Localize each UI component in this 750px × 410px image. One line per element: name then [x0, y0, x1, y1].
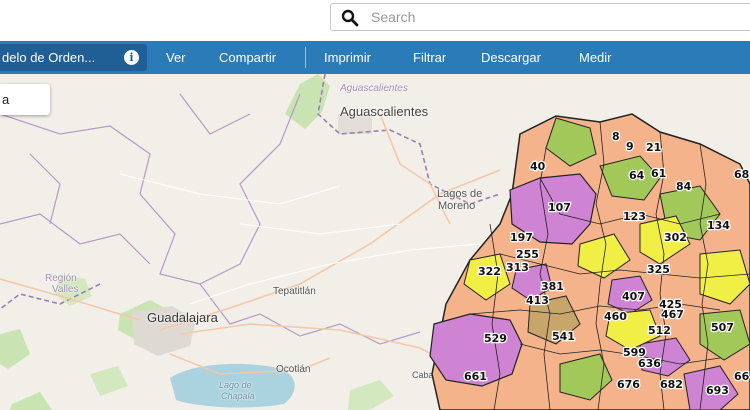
polygon-label: 322 — [478, 265, 501, 278]
polygon-label: 636 — [638, 357, 661, 370]
polygon-label: 21 — [646, 141, 661, 154]
polygon-label: 68 — [734, 168, 749, 181]
polygon-label: 661 — [464, 370, 487, 383]
top-bar — [0, 0, 750, 41]
polygon-label: 84 — [676, 180, 692, 193]
polygon-label: 381 — [541, 280, 564, 293]
polygon-label: 682 — [660, 378, 683, 391]
polygon-label: 107 — [548, 201, 571, 214]
polygon-label: 676 — [617, 378, 640, 391]
polygon-label: 40 — [530, 160, 546, 173]
search-box[interactable] — [330, 3, 750, 31]
polygon-label: 407 — [622, 290, 645, 303]
polygon-label: 460 — [604, 310, 627, 323]
toolbar-divider — [305, 47, 306, 68]
menu-imprimir[interactable]: Imprimir — [324, 41, 371, 74]
polygon-label: 61 — [651, 167, 666, 180]
polygon-label: 8 — [612, 130, 620, 143]
polygon-label: 255 — [516, 248, 539, 261]
layer-selector-label: delo de Orden... — [2, 50, 96, 65]
polygon-label: 197 — [510, 231, 533, 244]
side-panel-label: a — [2, 92, 10, 107]
polygon-label: 541 — [552, 330, 575, 343]
polygon-label: 512 — [648, 324, 671, 337]
polygon-label: 693 — [706, 384, 729, 397]
search-input[interactable] — [371, 7, 731, 27]
layer-selector[interactable]: delo de Orden... i — [0, 44, 147, 71]
search-icon[interactable] — [341, 9, 359, 27]
info-icon[interactable]: i — [124, 50, 139, 65]
side-panel[interactable]: a — [0, 84, 50, 115]
polygon-label: 413 — [526, 294, 549, 307]
thematic-layer[interactable]: 40 107 197 255 322 313 381 413 529 541 4… — [0, 74, 750, 410]
polygon-label: 313 — [506, 261, 529, 274]
polygon-label: 64 — [629, 169, 645, 182]
menu-descargar[interactable]: Descargar — [481, 41, 541, 74]
menu-compartir[interactable]: Compartir — [219, 41, 276, 74]
polygon-label: 302 — [664, 231, 687, 244]
polygon-label: 9 — [626, 140, 634, 153]
map-canvas[interactable]: Aguascalientes Aguascalientes Lagos de M… — [0, 74, 750, 410]
polygon-label: 507 — [711, 321, 734, 334]
polygon-label: 66 — [734, 370, 750, 383]
polygon-label: 529 — [484, 332, 507, 345]
menu-medir[interactable]: Medir — [579, 41, 612, 74]
menu-filtrar[interactable]: Filtrar — [413, 41, 446, 74]
polygon-label: 467 — [661, 308, 684, 321]
polygon-label: 134 — [707, 219, 730, 232]
polygon-label: 325 — [647, 263, 670, 276]
polygon-label: 123 — [623, 210, 646, 223]
menu-ver[interactable]: Ver — [166, 41, 186, 74]
toolbar: delo de Orden... i Ver Compartir Imprimi… — [0, 41, 750, 74]
